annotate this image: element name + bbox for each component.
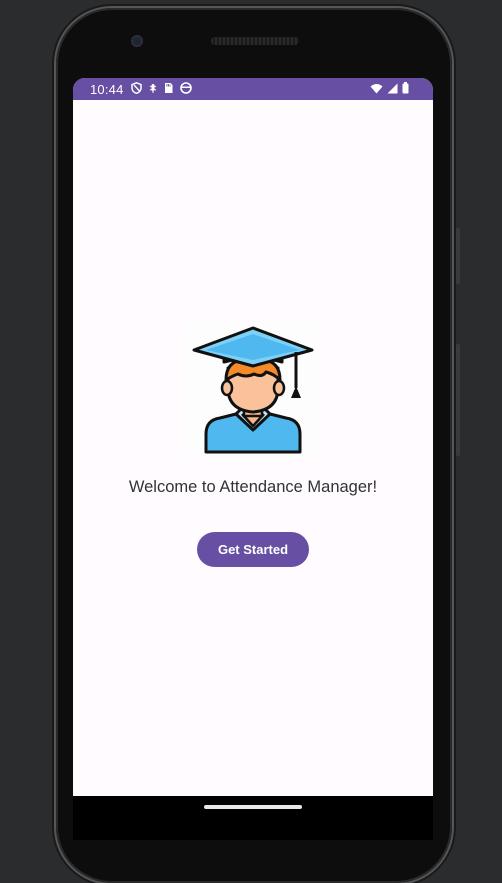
home-gesture-handle[interactable] [204, 805, 302, 809]
system-icons [370, 82, 409, 97]
bug-icon [149, 82, 157, 97]
graduate-student-icon [184, 322, 322, 456]
status-time: 10:44 [90, 82, 124, 97]
power-button [456, 228, 460, 284]
wifi-icon [370, 83, 383, 97]
earpiece-speaker [211, 37, 299, 45]
welcome-text: Welcome to Attendance Manager! [128, 478, 378, 496]
battery-icon [402, 82, 409, 97]
screen: 10:44 Welcome to Attendance Manager! Get… [73, 78, 433, 796]
volume-button [456, 344, 460, 456]
notification-icons [131, 81, 192, 97]
status-bar: 10:44 [73, 78, 433, 100]
shield-icon [131, 81, 142, 97]
front-camera [131, 35, 143, 47]
get-started-button[interactable]: Get Started [197, 532, 309, 567]
signal-icon [387, 83, 398, 97]
navigation-bar [73, 796, 433, 840]
face-icon [180, 82, 192, 97]
sd-card-icon [164, 82, 173, 97]
